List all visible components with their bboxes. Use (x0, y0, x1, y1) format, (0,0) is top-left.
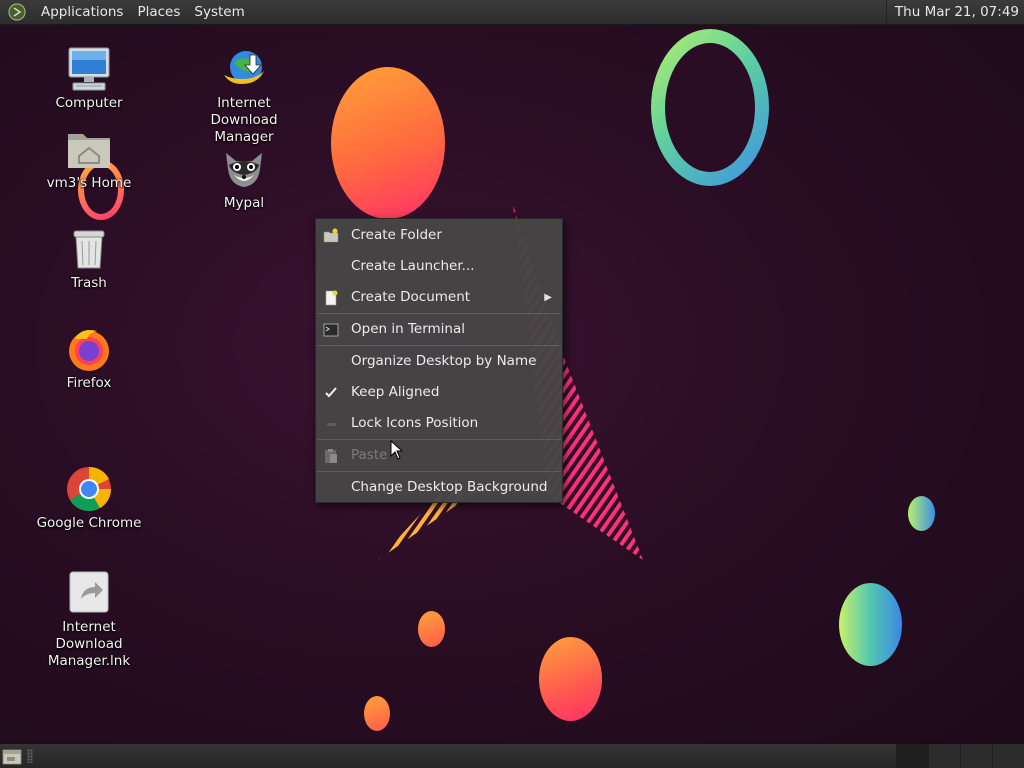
menu-item-label: Paste (351, 447, 388, 463)
wallpaper-orb (908, 496, 935, 531)
wallpaper-orb (839, 583, 902, 666)
home-folder-icon (68, 134, 110, 168)
desktop-icon-label: Computer (55, 95, 123, 111)
panel-clock[interactable]: Thu Mar 21, 07:49 (885, 0, 1019, 25)
workspace-switcher (896, 744, 1024, 768)
lock-icon (327, 423, 336, 426)
menu-create-document[interactable]: Create Document ▶ (316, 282, 562, 313)
menu-item-label: Keep Aligned (351, 384, 440, 400)
wallpaper-orb (418, 611, 445, 647)
workspace-2[interactable] (928, 744, 960, 768)
menu-keep-aligned[interactable]: Keep Aligned (316, 377, 562, 408)
workspace-1[interactable] (896, 744, 928, 768)
wallpaper-orb (331, 67, 445, 219)
submenu-arrow-icon: ▶ (544, 292, 552, 303)
checkmark-icon (325, 387, 337, 398)
desktop-icon-computer[interactable]: Computer (29, 45, 149, 112)
wallpaper-orb (539, 637, 602, 721)
applications-menu[interactable]: Applications (34, 0, 130, 25)
document-new-icon (325, 290, 338, 306)
chrome-icon (67, 466, 112, 512)
wallpaper-ring (651, 29, 769, 186)
desktop-icon-label: Internet Download Manager (210, 95, 278, 145)
paste-icon (325, 449, 337, 463)
mypal-icon (226, 153, 262, 187)
menu-item-label: Change Desktop Background (351, 479, 548, 495)
mate-logo-icon[interactable] (8, 3, 26, 21)
desktop-icon-trash[interactable]: Trash (29, 225, 149, 292)
desktop-icon-firefox[interactable]: Firefox (29, 325, 149, 392)
menu-item-label: Lock Icons Position (351, 415, 479, 431)
workspace-3[interactable] (960, 744, 992, 768)
mouse-cursor-icon (390, 440, 404, 460)
menu-item-label: Open in Terminal (351, 321, 465, 337)
desktop-icon-idm-lnk[interactable]: Internet Download Manager.lnk (29, 569, 149, 670)
folder-new-icon (323, 228, 339, 243)
trash-icon (73, 230, 105, 269)
menu-item-label: Create Folder (351, 227, 442, 243)
desktop-icon-label: Firefox (66, 375, 112, 391)
desktop-icon-chrome[interactable]: Google Chrome (29, 465, 149, 532)
menu-item-label: Create Document (351, 289, 471, 305)
desktop-icon-idm[interactable]: Internet Download Manager (184, 45, 304, 146)
menu-paste: Paste (316, 440, 562, 471)
desktop-icon-label: Trash (71, 275, 107, 291)
desktop-icon-mypal[interactable]: Mypal (184, 145, 304, 212)
desktop-icon-home[interactable]: vm3's Home (29, 125, 149, 192)
desktop-context-menu: Create Folder Create Launcher... Create … (315, 218, 563, 503)
system-menu[interactable]: System (187, 0, 251, 25)
menu-open-terminal[interactable]: Open in Terminal (316, 314, 562, 345)
computer-icon (68, 47, 110, 91)
show-desktop-icon[interactable] (2, 747, 22, 765)
menu-item-label: Organize Desktop by Name (351, 353, 537, 369)
workspace-4[interactable] (992, 744, 1024, 768)
menu-lock-icons[interactable]: Lock Icons Position (316, 408, 562, 439)
wallpaper-orb (364, 696, 390, 731)
desktop-icon-label: Mypal (223, 195, 265, 211)
menu-create-launcher[interactable]: Create Launcher... (316, 251, 562, 282)
top-panel: Applications Places System Thu Mar 21, 0… (0, 0, 1024, 25)
terminal-icon (323, 323, 339, 337)
idm-shortcut-icon (69, 571, 109, 613)
menu-organize-desktop[interactable]: Organize Desktop by Name (316, 346, 562, 377)
desktop-icon-label: vm3's Home (46, 175, 132, 191)
places-menu[interactable]: Places (130, 0, 187, 25)
menu-change-background[interactable]: Change Desktop Background (316, 472, 562, 503)
firefox-icon (69, 330, 109, 371)
idm-icon (224, 51, 264, 84)
menu-create-folder[interactable]: Create Folder (316, 220, 562, 251)
menu-item-label: Create Launcher... (351, 258, 475, 274)
desktop-icon-label: Internet Download Manager.lnk (47, 619, 131, 669)
panel-drag-handle[interactable] (27, 749, 33, 763)
desktop-icon-label: Google Chrome (36, 515, 142, 531)
bottom-panel (0, 743, 1024, 768)
